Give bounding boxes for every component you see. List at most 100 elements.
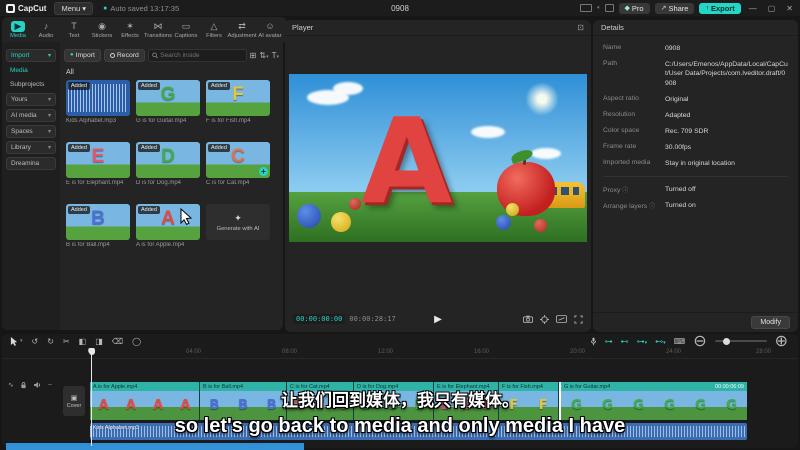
- timeline-zoom-slider[interactable]: [714, 337, 767, 345]
- search-icon: [152, 52, 158, 58]
- sidenav-spaces[interactable]: Spaces ▾: [6, 125, 56, 138]
- tab-stickers[interactable]: ◉ Stickers: [88, 21, 116, 39]
- detail-row-frame-rate: Frame rate 30.00fps: [603, 143, 692, 152]
- search-box[interactable]: [147, 48, 247, 62]
- maximize-button[interactable]: ▢: [765, 4, 779, 13]
- added-badge: Added: [208, 144, 230, 152]
- trim-right-button[interactable]: ◨: [95, 337, 103, 346]
- mask-button[interactable]: ◯: [132, 337, 141, 346]
- added-badge: Added: [68, 144, 90, 152]
- tab-effects[interactable]: ✶ Effects: [116, 21, 144, 39]
- pro-button[interactable]: ◆ Pro: [618, 2, 650, 14]
- import-button[interactable]: ● Import: [64, 48, 101, 62]
- detail-row-color-space: Color space Rec. 709 SDR: [603, 127, 709, 136]
- sidenav-dreamina[interactable]: Dreamina: [6, 157, 56, 170]
- import-dot-icon: ●: [70, 52, 74, 58]
- focus-icon[interactable]: [540, 314, 549, 324]
- audio-waveform-thumb[interactable]: Added: [66, 80, 130, 116]
- media-item-audio[interactable]: Added Kids Alphabet.mp3: [66, 80, 130, 124]
- added-badge: Added: [138, 206, 160, 214]
- tab-text[interactable]: T Text: [60, 21, 88, 39]
- sun: [525, 82, 559, 116]
- detail-toggle-proxy: Proxy ⓘ Turned off: [603, 185, 696, 194]
- split-button[interactable]: ✂: [63, 337, 70, 346]
- player-options-icon[interactable]: ⊡: [577, 23, 584, 32]
- details-title: Details: [593, 20, 798, 36]
- media-item-cat[interactable]: Added C + C is for Cat.mp4: [206, 142, 270, 186]
- media-item-dog[interactable]: Added D D is for Dog.mp4: [136, 142, 200, 186]
- divider: [603, 175, 788, 177]
- detail-row-resolution: Resolution Adapted: [603, 110, 691, 119]
- sidenav-yours[interactable]: Yours ▾: [6, 93, 56, 106]
- shortcuts-button[interactable]: ⌨: [674, 337, 686, 346]
- export-button[interactable]: ↑ Export: [699, 2, 741, 14]
- filter-type-icon[interactable]: T▾: [272, 51, 279, 60]
- timeline-ruler[interactable]: 0 04:00 08:00 12:00 16:00 20:00 24:00 28…: [2, 348, 798, 359]
- autosave-status: ● Auto saved 13:17:35: [103, 3, 180, 13]
- sidenav-subprojects[interactable]: Subprojects: [6, 79, 56, 90]
- voiceover-button[interactable]: [590, 337, 597, 346]
- effects-icon: ✶: [126, 21, 134, 31]
- export-icon: ↑: [705, 4, 709, 12]
- trim-left-button[interactable]: ◧: [79, 337, 87, 346]
- sort-icon[interactable]: ⇅▾: [259, 51, 268, 60]
- layout-view-icon[interactable]: [580, 4, 592, 12]
- fullscreen-icon[interactable]: [574, 314, 583, 324]
- minimize-button[interactable]: —: [746, 4, 760, 13]
- menu-button[interactable]: Menu ▾: [54, 1, 94, 15]
- play-button[interactable]: ▶: [434, 314, 442, 325]
- tab-audio[interactable]: ♪ Audio: [32, 21, 60, 39]
- tab-adjustment[interactable]: ⇄ Adjustment: [228, 21, 257, 39]
- generate-with-ai-button[interactable]: ✦ Generate with AI: [206, 204, 270, 240]
- redo-button[interactable]: ↻: [47, 337, 54, 346]
- ribbon-tabbar: ▶ Media ♪ Audio T Text ◉ Stickers ✶ Effects ⋈…: [2, 17, 287, 42]
- linked-toggle[interactable]: ⊷: [621, 337, 629, 346]
- magnetic-toggle[interactable]: ⊶: [605, 337, 613, 346]
- preview-snap-toggle[interactable]: ⊷▾: [655, 337, 666, 346]
- chevron-down-icon: ▾: [47, 97, 51, 103]
- tab-transitions[interactable]: ⋈ Transitions: [144, 21, 172, 39]
- snapshot-icon[interactable]: [523, 315, 533, 323]
- media-icon: ▶: [11, 20, 25, 32]
- video-preview[interactable]: A: [289, 74, 587, 242]
- added-badge: Added: [138, 144, 160, 152]
- sidenav-import[interactable]: Import ▾: [6, 49, 56, 62]
- tab-ai-avatar[interactable]: ☺ AI avatar: [256, 21, 284, 39]
- diamond-icon: ◆: [624, 5, 630, 12]
- chevron-down-icon: ▾: [20, 338, 23, 344]
- autosave-dot-icon: ●: [103, 4, 108, 12]
- layout-caret-icon[interactable]: ▾: [597, 5, 600, 11]
- close-button[interactable]: ✕: [783, 4, 796, 13]
- capcut-window: CapCut Menu ▾ ● Auto saved 13:17:35 0908…: [0, 0, 800, 450]
- grid-view-icon[interactable]: ⊞: [250, 51, 257, 60]
- search-input[interactable]: [160, 51, 243, 59]
- share-button[interactable]: ↗ Share: [654, 2, 695, 14]
- zoom-slider-knob[interactable]: [722, 337, 730, 345]
- tab-media[interactable]: ▶ Media: [4, 20, 32, 39]
- sidenav-library[interactable]: Library ▾: [6, 141, 56, 154]
- add-to-timeline-button[interactable]: +: [259, 167, 268, 176]
- tab-captions[interactable]: ▭ Captions: [172, 21, 200, 39]
- modify-button[interactable]: Modify: [751, 316, 790, 329]
- sidenav-media[interactable]: Media: [6, 65, 56, 76]
- chevron-down-icon: ▾: [47, 145, 51, 151]
- select-tool-button[interactable]: ▾: [10, 336, 23, 346]
- media-item-ball[interactable]: Added B B is for Ball.mp4: [66, 204, 130, 248]
- auto-ripple-toggle[interactable]: ⊶▾: [637, 337, 648, 346]
- delete-button[interactable]: ⌫: [112, 337, 123, 346]
- cursor-icon: [10, 337, 18, 346]
- sparkle-icon: ✦: [234, 212, 242, 223]
- ratio-icon[interactable]: [556, 315, 567, 323]
- detail-row-imported-media: Imported media Stay in original location: [603, 159, 735, 168]
- compact-view-icon[interactable]: [604, 4, 614, 12]
- sidenav-ai-media[interactable]: AI media ▾: [6, 109, 56, 122]
- media-item-elephant[interactable]: Added E E is for Elephant.mp4: [66, 142, 130, 186]
- undo-button[interactable]: ↺: [32, 337, 39, 346]
- letter-a: A: [361, 92, 453, 230]
- detail-row-path: Path C:/Users/Emenos/AppData/Local/CapCut…: [603, 60, 788, 87]
- media-item-guitar[interactable]: Added G G is for Guitar.mp4: [136, 80, 200, 124]
- added-badge: Added: [68, 82, 90, 90]
- record-button[interactable]: Record: [103, 48, 145, 62]
- tab-filters[interactable]: △ Filters: [200, 21, 228, 39]
- media-item-fish[interactable]: Added F F is for Fish.mp4: [206, 80, 270, 124]
